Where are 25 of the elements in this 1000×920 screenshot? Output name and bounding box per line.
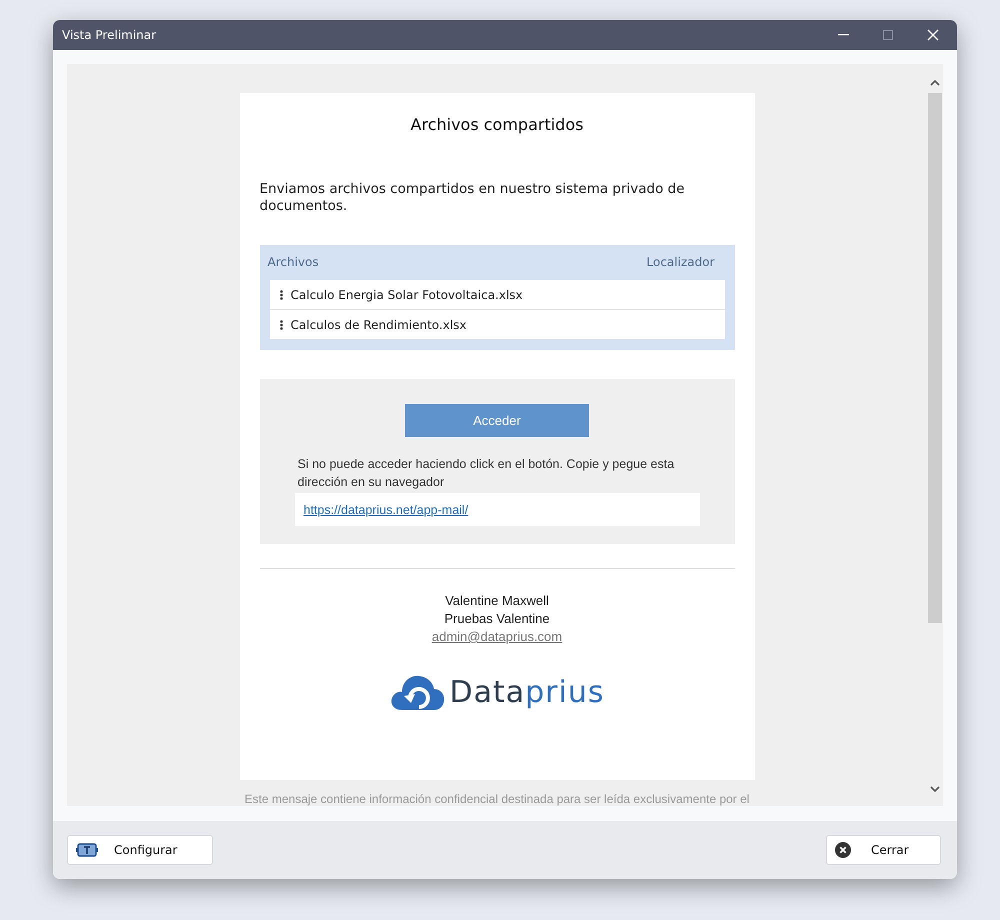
email-title: Archivos compartidos bbox=[410, 115, 584, 134]
intro-text: Enviamos archivos compartidos en nuestro sistema privado de documentos. bbox=[260, 181, 686, 215]
close-circle-icon bbox=[835, 842, 851, 858]
vertical-dots-icon[interactable] bbox=[280, 290, 282, 300]
column-header: Localizador bbox=[646, 255, 714, 271]
scroll-down-icon[interactable] bbox=[930, 786, 940, 792]
disclaimer-text: Este mensaje contiene información confidencial destinada para ser leída exclusivamente por el bbox=[244, 792, 750, 806]
column-header: Archivos bbox=[268, 255, 319, 271]
file-name[interactable]: Calculo Energia Solar Fotovoltaica.xlsx bbox=[290, 288, 523, 302]
close-button[interactable]: Cerrar bbox=[826, 835, 941, 865]
vertical-dots-icon[interactable] bbox=[280, 320, 282, 330]
logo-wordmark: Dataprius bbox=[450, 674, 604, 710]
signature-email[interactable]: admin@dataprius.com bbox=[432, 628, 562, 646]
access-link[interactable]: https://dataprius.net/app-mail/ bbox=[304, 502, 468, 516]
scroll-up-icon[interactable] bbox=[930, 80, 940, 86]
configure-button[interactable]: Configurar bbox=[67, 835, 213, 865]
file-name[interactable]: Calculos de Rendimiento.xlsx bbox=[290, 318, 467, 332]
close-icon[interactable] bbox=[927, 29, 939, 41]
window-title: Vista Preliminar bbox=[62, 28, 156, 42]
text-field-icon bbox=[76, 843, 98, 857]
signature-name: Valentine Maxwell bbox=[445, 592, 549, 610]
signature-company: Pruebas Valentine bbox=[444, 610, 550, 628]
access-note: Si no puede acceder haciendo click en el botón. Copie y pegue esta dirección en su navegador bbox=[298, 456, 676, 491]
scroll-thumb[interactable] bbox=[928, 93, 942, 623]
minimize-icon[interactable] bbox=[838, 34, 849, 36]
